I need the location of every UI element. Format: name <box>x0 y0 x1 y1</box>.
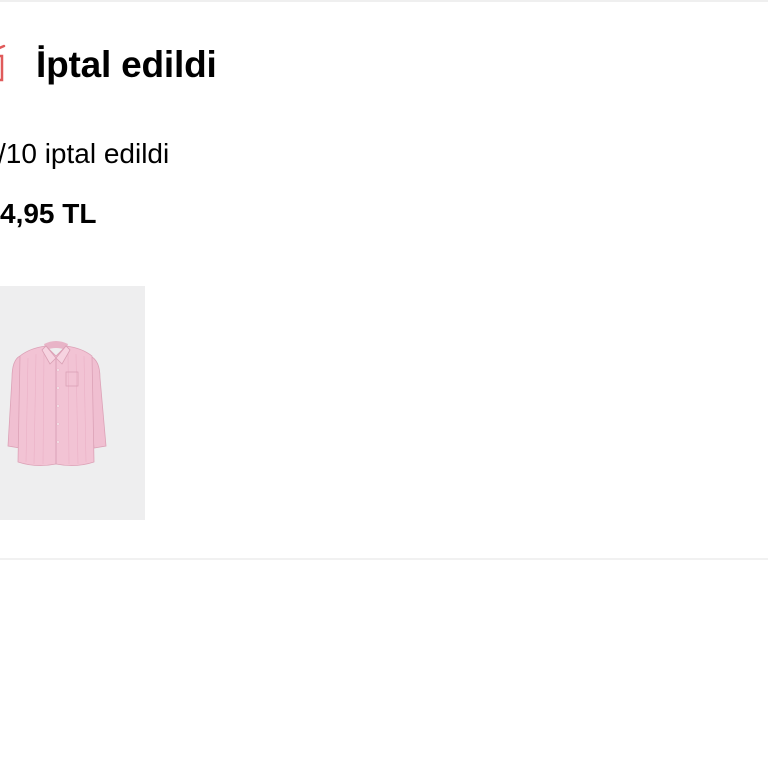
status-title: İptal edildi <box>36 44 217 85</box>
product-thumbnail[interactable] <box>0 286 145 520</box>
cancelled-items-count: /10 iptal edildi <box>0 138 170 169</box>
order-price: 4,95 TL <box>0 198 97 229</box>
cancelled-order-card[interactable]: İptal edildi /10 iptal edildi 4,95 TL <box>0 2 768 558</box>
section-divider <box>0 558 768 560</box>
cancel-box-icon <box>0 40 6 86</box>
pink-shirt-image <box>7 341 107 466</box>
order-detail-screen: İptal edildi /10 iptal edildi 4,95 TL <box>0 0 768 768</box>
